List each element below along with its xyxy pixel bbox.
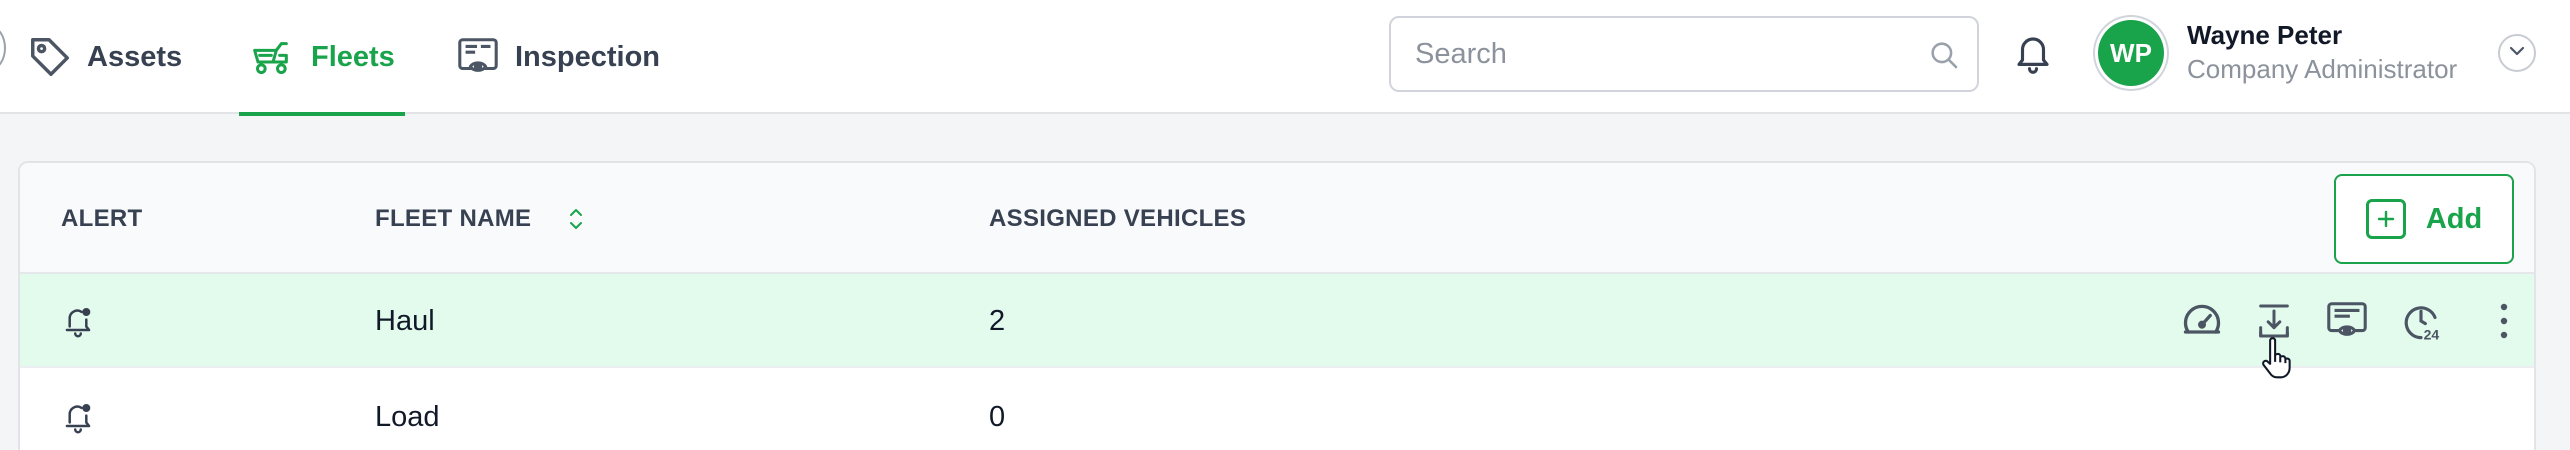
collapsed-menu-edge[interactable] [0,26,6,70]
alert-bell-icon[interactable] [61,370,95,450]
plus-icon [2365,199,2406,239]
user-menu-toggle[interactable] [2498,34,2536,72]
assigned-vehicles-cell: 2 [989,304,1006,337]
chevron-down-icon [2508,44,2526,62]
fleets-table-card: ALERT FLEET NAME ASSIGNED VEHICLES Add H… [18,161,2536,450]
column-alert: ALERT [61,204,143,232]
tab-inspection-label: Inspection [515,40,661,73]
more-vertical-icon[interactable] [2498,274,2510,368]
hand-pointer-cursor-icon [2258,337,2294,386]
speedometer-icon[interactable] [2180,274,2224,368]
search-icon[interactable] [1927,38,1961,77]
history-24-icon[interactable]: 24 [2400,274,2442,368]
inspection-icon [455,34,501,80]
add-button-label: Add [2425,202,2483,235]
table-header: ALERT FLEET NAME ASSIGNED VEHICLES Add [20,163,2534,274]
avatar[interactable]: WP [2098,20,2164,86]
tab-fleets-label: Fleets [311,40,395,73]
tag-icon [27,34,73,80]
fleet-name-cell[interactable]: Load [375,370,440,450]
tab-inspection[interactable]: Inspection [455,0,660,114]
column-fleet-name-label: FLEET NAME [375,204,532,232]
table-row[interactable]: Haul 2 24 [20,274,2534,368]
sort-icon[interactable] [567,206,585,232]
svg-text:24: 24 [2424,326,2440,342]
search-input[interactable] [1391,18,1911,90]
active-tab-indicator [239,112,405,116]
tab-fleets[interactable]: Fleets [239,0,405,116]
column-fleet-name[interactable]: FLEET NAME [375,163,585,274]
add-fleet-button[interactable]: Add [2334,174,2514,264]
avatar-initials: WP [2110,37,2152,68]
user-name: Wayne Peter [2187,20,2343,50]
user-role: Company Administrator [2187,54,2458,84]
column-assigned-vehicles: ASSIGNED VEHICLES [989,204,1247,232]
tab-assets-label: Assets [87,40,183,73]
table-row[interactable]: Load 0 [20,370,2534,450]
search-box [1389,16,1979,92]
fleet-name-cell[interactable]: Haul [375,274,435,368]
top-navigation-bar: Assets Fleets Inspection Search WP Wayne… [0,0,2570,116]
assigned-vehicles-cell: 0 [989,400,1006,433]
tab-assets[interactable]: Assets [27,0,182,114]
notifications-bell-icon[interactable] [2012,30,2054,81]
fleet-icon [249,37,297,77]
alert-bell-icon[interactable] [61,274,95,368]
inspection-icon[interactable] [2323,274,2371,368]
